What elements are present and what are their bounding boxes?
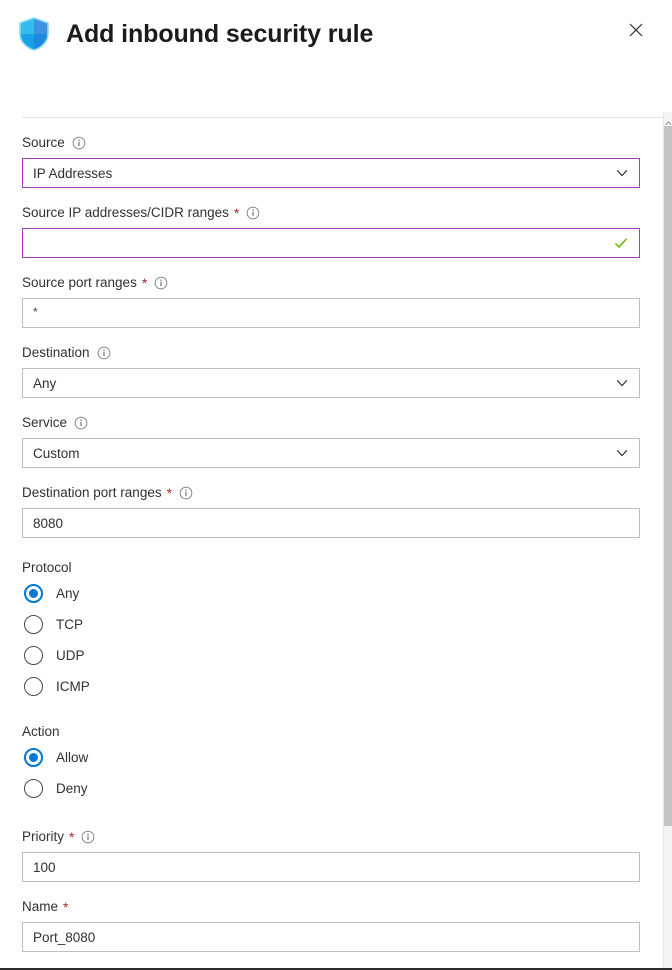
name-value: Port_8080 (33, 929, 96, 945)
required-asterisk: * (141, 275, 148, 291)
field-service: Service Custom (22, 414, 642, 468)
radio-protocol-any[interactable]: Any (22, 578, 642, 609)
radio-label: Allow (56, 750, 89, 765)
radio-action-deny[interactable]: Deny (22, 773, 642, 804)
scrollbar-thumb[interactable] (664, 126, 672, 826)
label-text: Destination port ranges (22, 485, 162, 500)
radio-indicator (24, 584, 43, 603)
label-text: Source (22, 135, 65, 150)
field-label-priority: Priority * (22, 828, 642, 846)
label-text: Source port ranges (22, 275, 137, 290)
required-asterisk: * (69, 829, 75, 845)
radio-protocol-udp[interactable]: UDP (22, 640, 642, 671)
info-icon[interactable] (81, 830, 95, 844)
field-destination: Destination Any (22, 344, 642, 398)
header-divider (22, 117, 664, 118)
radio-label: Any (56, 586, 80, 601)
required-asterisk: * (63, 899, 69, 915)
panel-header: Add inbound security rule (0, 0, 672, 118)
radio-indicator (24, 779, 43, 798)
source-port-ranges-value: * (33, 305, 38, 319)
required-asterisk: * (233, 205, 240, 221)
title-row: Add inbound security rule (0, 10, 672, 58)
field-source: Source IP Addresses (22, 134, 642, 188)
radio-label: UDP (56, 648, 85, 663)
action-radio-group: Action Allow Deny (22, 724, 642, 804)
radio-label: Deny (56, 781, 88, 796)
radio-indicator (24, 615, 43, 634)
security-rule-form: Source IP Addresses Source IP addresses/… (0, 108, 672, 952)
field-label-destination-port-ranges: Destination port ranges * (22, 484, 642, 502)
protocol-group-label: Protocol (22, 560, 72, 575)
field-label-service: Service (22, 414, 642, 432)
destination-dropdown[interactable]: Any (22, 368, 640, 398)
info-icon[interactable] (74, 416, 88, 430)
priority-input[interactable]: 100 (22, 852, 640, 882)
close-icon[interactable] (620, 14, 652, 46)
chevron-down-icon (615, 446, 629, 460)
label-text: Source IP addresses/CIDR ranges (22, 205, 229, 220)
field-source-port-ranges: Source port ranges * * (22, 274, 642, 328)
field-name: Name * Port_8080 (22, 898, 642, 952)
radio-protocol-tcp[interactable]: TCP (22, 609, 642, 640)
chevron-down-icon (615, 376, 629, 390)
info-icon[interactable] (97, 346, 111, 360)
source-port-ranges-input[interactable]: * (22, 298, 640, 328)
chevron-down-icon (615, 166, 629, 180)
scroll-up-arrow-icon[interactable] (665, 114, 672, 126)
source-dropdown[interactable]: IP Addresses (22, 158, 640, 188)
radio-indicator (24, 748, 43, 767)
destination-dropdown-value: Any (33, 375, 57, 391)
field-label-source: Source (22, 134, 642, 152)
field-label-source-port-ranges: Source port ranges * (22, 274, 642, 292)
field-label-name: Name * (22, 898, 642, 916)
radio-action-allow[interactable]: Allow (22, 742, 642, 773)
shield-icon (18, 17, 50, 51)
service-dropdown[interactable]: Custom (22, 438, 640, 468)
radio-indicator (24, 646, 43, 665)
service-dropdown-value: Custom (33, 445, 80, 461)
protocol-radio-group: Protocol Any TCP UDP ICMP (22, 560, 642, 702)
field-label-destination: Destination (22, 344, 642, 362)
page-title: Add inbound security rule (66, 19, 374, 48)
field-label-source-ip-cidr: Source IP addresses/CIDR ranges * (22, 204, 642, 222)
label-text: Name (22, 899, 59, 914)
name-input[interactable]: Port_8080 (22, 922, 640, 952)
source-dropdown-value: IP Addresses (33, 165, 113, 181)
info-icon[interactable] (246, 206, 260, 220)
field-priority: Priority * 100 (22, 828, 642, 882)
source-ip-cidr-input[interactable] (22, 228, 640, 258)
label-text: Priority (22, 829, 65, 844)
info-icon[interactable] (72, 136, 86, 150)
radio-label: ICMP (56, 679, 90, 694)
field-source-ip-cidr: Source IP addresses/CIDR ranges * (22, 204, 642, 258)
radio-label: TCP (56, 617, 83, 632)
add-inbound-security-rule-panel: Add inbound security rule Source IP Addr… (0, 0, 672, 970)
vertical-scrollbar[interactable] (663, 112, 672, 968)
radio-protocol-icmp[interactable]: ICMP (22, 671, 642, 702)
info-icon[interactable] (154, 276, 168, 290)
required-asterisk: * (166, 485, 173, 501)
field-destination-port-ranges: Destination port ranges * 8080 (22, 484, 642, 538)
label-text: Service (22, 415, 68, 430)
label-text: Destination (22, 345, 90, 360)
priority-value: 100 (33, 859, 56, 875)
checkmark-valid-icon (613, 235, 629, 251)
action-group-label: Action (22, 724, 60, 739)
destination-port-ranges-value: 8080 (33, 515, 64, 531)
radio-indicator (24, 677, 43, 696)
destination-port-ranges-input[interactable]: 8080 (22, 508, 640, 538)
info-icon[interactable] (179, 486, 193, 500)
